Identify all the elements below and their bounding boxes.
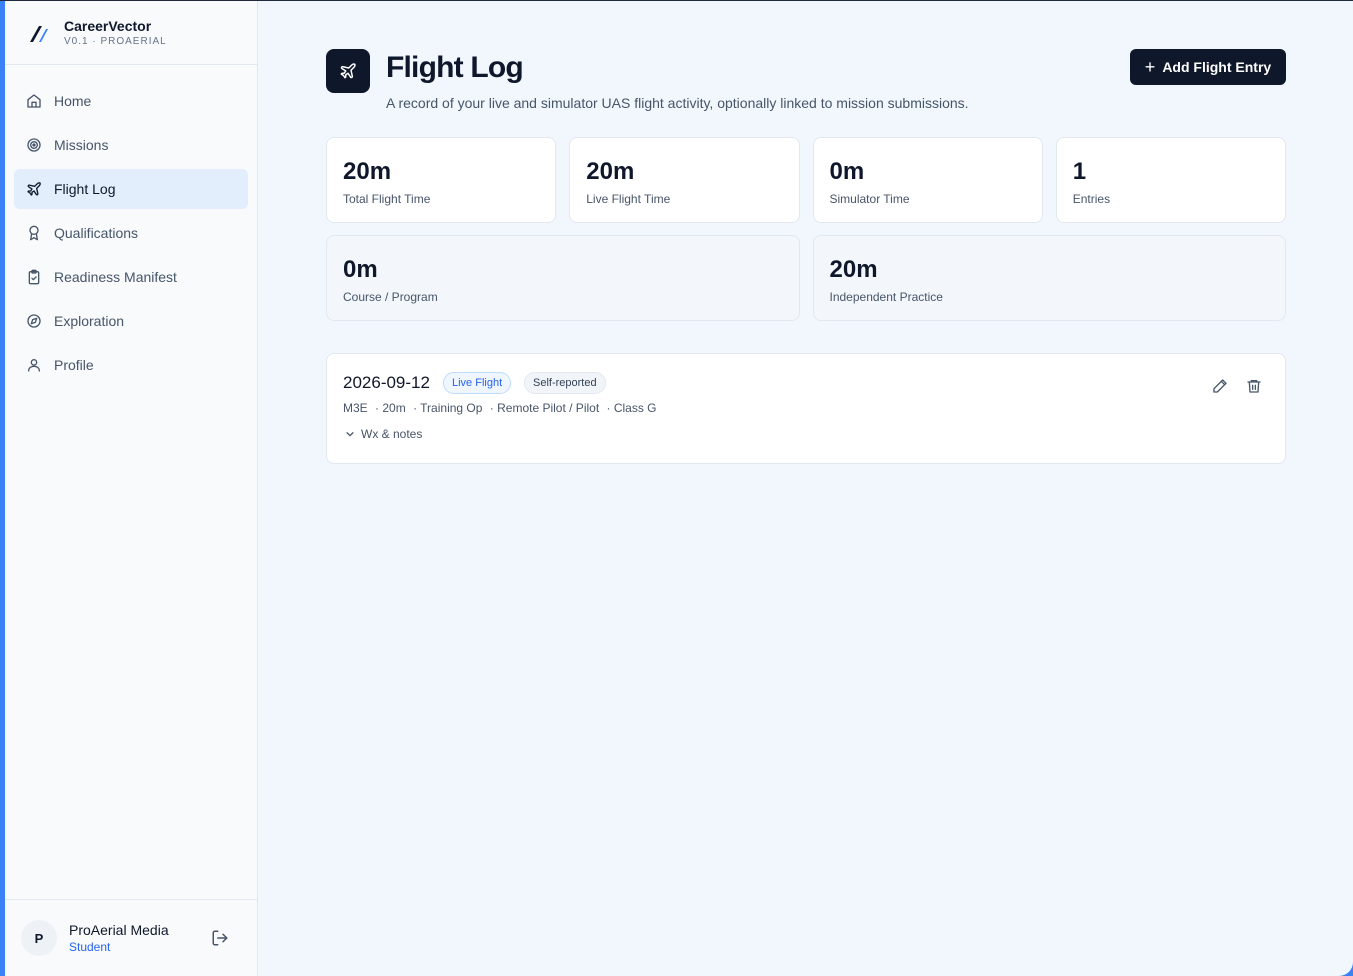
brand-name: CareerVector: [64, 17, 152, 34]
sidebar-item-label: Missions: [54, 137, 109, 153]
sidebar-item-label: Flight Log: [54, 181, 116, 197]
brand-version: V0.1 · PROAERIAL: [64, 35, 167, 47]
main-content: Flight Log A record of your live and sim…: [258, 1, 1353, 976]
stats-row-secondary: 0m Course / Program 20m Independent Prac…: [326, 235, 1286, 321]
trash-icon[interactable]: [1246, 378, 1262, 394]
entry-meta: M3E · 20m · Training Op · Remote Pilot /…: [343, 401, 661, 415]
user-panel: P ProAerial Media Student: [5, 899, 257, 976]
page-title: Flight Log: [386, 51, 524, 84]
stat-card-course-program: 0m Course / Program: [326, 235, 800, 321]
stat-value: 0m: [343, 256, 378, 283]
home-icon: [27, 94, 41, 108]
entry-role: · Remote Pilot / Pilot: [489, 401, 600, 415]
chevron-down-icon: [346, 432, 354, 437]
entry-aircraft: M3E: [343, 401, 368, 415]
stat-value: 20m: [586, 158, 635, 185]
stat-label: Independent Practice: [829, 290, 943, 304]
brand: CareerVector V0.1 · PROAERIAL: [5, 1, 257, 65]
stat-label: Total Flight Time: [343, 192, 431, 206]
flight-entry-card: 2026-09-12 Live Flight Self-reported M3E…: [326, 353, 1286, 464]
add-flight-entry-button[interactable]: + Add Flight Entry: [1130, 49, 1286, 85]
stat-value: 20m: [343, 158, 392, 185]
sidebar-item-exploration[interactable]: Exploration: [14, 301, 248, 341]
stat-label: Simulator Time: [829, 192, 910, 206]
logout-icon[interactable]: [211, 929, 229, 947]
stat-label: Entries: [1072, 192, 1111, 206]
wx-notes-label: Wx & notes: [361, 427, 423, 441]
sidebar-item-missions[interactable]: Missions: [14, 125, 248, 165]
stat-label: Course / Program: [343, 290, 438, 304]
plus-icon: +: [1144, 57, 1156, 77]
stat-card-entries: 1 Entries: [1055, 137, 1286, 223]
sidebar: CareerVector V0.1 · PROAERIAL Home Missi…: [5, 1, 258, 976]
logo-icon: [30, 25, 48, 42]
stat-value: 20m: [829, 256, 878, 283]
app-window: CareerVector V0.1 · PROAERIAL Home Missi…: [5, 1, 1353, 976]
wx-notes-toggle[interactable]: Wx & notes: [345, 427, 422, 441]
user-role: Student: [69, 940, 111, 954]
plane-icon: [27, 182, 41, 196]
stat-value: 1: [1072, 158, 1087, 185]
sidebar-item-readiness-manifest[interactable]: Readiness Manifest: [14, 257, 248, 297]
sidebar-nav: Home Missions Flight Log Qualifications …: [5, 65, 257, 405]
stat-card-live-flight-time: 20m Live Flight Time: [569, 137, 800, 223]
sidebar-item-label: Exploration: [54, 313, 125, 329]
target-icon: [27, 138, 41, 152]
sidebar-item-flight-log[interactable]: Flight Log: [14, 169, 248, 209]
stat-card-simulator-time: 0m Simulator Time: [812, 137, 1043, 223]
sidebar-item-home[interactable]: Home: [14, 81, 248, 121]
plane-icon: [340, 63, 356, 79]
entry-date: 2026-09-12: [343, 373, 430, 392]
entry-operation: · Training Op: [413, 401, 483, 415]
header-icon-box: [326, 49, 370, 93]
sidebar-item-qualifications[interactable]: Qualifications: [14, 213, 248, 253]
avatar[interactable]: P: [21, 920, 57, 956]
stats-row: 20m Total Flight Time 20m Live Flight Ti…: [326, 137, 1286, 223]
sidebar-item-label: Qualifications: [54, 225, 139, 241]
stat-value: 0m: [829, 158, 865, 185]
user-icon: [28, 359, 40, 372]
sidebar-item-label: Home: [54, 93, 92, 109]
award-icon: [29, 225, 39, 241]
sidebar-item-label: Readiness Manifest: [54, 269, 177, 285]
clipboard-check-icon: [28, 269, 40, 285]
compass-icon: [27, 314, 41, 328]
badge-source: Self-reported: [524, 372, 606, 394]
entry-airspace: · Class G: [606, 401, 657, 415]
sidebar-item-profile[interactable]: Profile: [14, 345, 248, 385]
badge-flight-type: Live Flight: [443, 372, 512, 394]
entry-duration: · 20m: [375, 401, 406, 415]
stat-card-total-flight-time: 20m Total Flight Time: [326, 137, 557, 223]
add-flight-entry-label: Add Flight Entry: [1162, 59, 1272, 75]
edit-icon[interactable]: [1212, 378, 1228, 394]
stat-card-independent-practice: 20m Independent Practice: [812, 235, 1286, 321]
page-subtitle: A record of your live and simulator UAS …: [386, 95, 969, 111]
user-name: ProAerial Media: [69, 922, 169, 938]
sidebar-item-label: Profile: [54, 357, 94, 373]
stat-label: Live Flight Time: [586, 192, 671, 206]
